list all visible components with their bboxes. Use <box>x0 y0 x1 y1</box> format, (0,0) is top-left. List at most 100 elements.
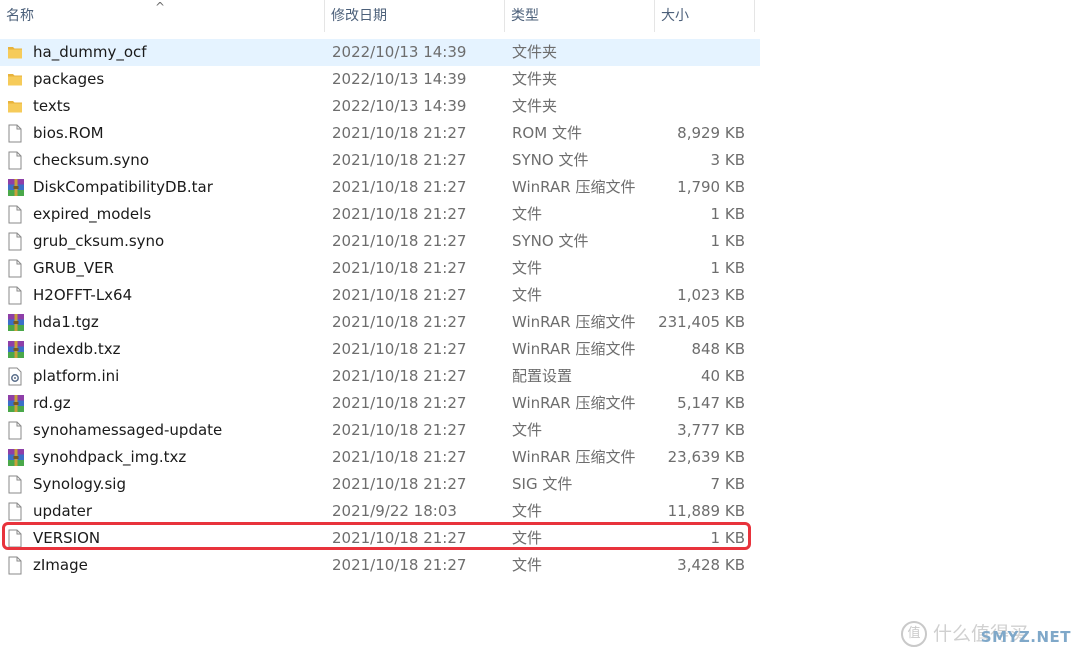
sort-up-icon: ^ <box>155 0 166 14</box>
file-modified-date: 2021/10/18 21:27 <box>332 178 467 196</box>
file-type: 文件夹 <box>512 43 558 61</box>
file-size: 848 KB <box>691 340 745 358</box>
file-row[interactable]: grub_cksum.syno 2021/10/18 21:27 SYNO 文件 1 … <box>0 228 760 255</box>
file-name: H2OFFT-Lx64 <box>33 286 133 304</box>
watermark-text-en: SMYZ.NET <box>980 628 1071 646</box>
file-size: 1 KB <box>710 232 745 250</box>
file-row[interactable]: indexdb.txz 2021/10/18 21:27 WinRAR 压缩文件 84… <box>0 336 760 363</box>
folder-icon <box>7 39 25 66</box>
file-icon <box>7 201 25 228</box>
file-type: ROM 文件 <box>512 124 582 142</box>
file-row[interactable]: synohamessaged-update 2021/10/18 21:27 文件 3… <box>0 417 760 444</box>
file-icon <box>7 255 25 282</box>
column-header-name-label: 名称 <box>6 8 34 24</box>
file-row[interactable]: ha_dummy_ocf 2022/10/13 14:39 文件夹 <box>0 39 760 66</box>
file-modified-date: 2021/10/18 21:27 <box>332 556 467 574</box>
file-row[interactable]: bios.ROM 2021/10/18 21:27 ROM 文件 8,929 KB <box>0 120 760 147</box>
column-header-date[interactable]: 修改日期 <box>325 0 505 32</box>
file-row[interactable]: packages 2022/10/13 14:39 文件夹 <box>0 66 760 93</box>
file-size: 1 KB <box>710 205 745 223</box>
file-icon <box>7 120 25 147</box>
file-name: synohdpack_img.txz <box>33 448 187 466</box>
file-name: hda1.tgz <box>33 313 99 331</box>
file-row[interactable]: DiskCompatibilityDB.tar 2021/10/18 21:27 W… <box>0 174 760 201</box>
file-size: 1,790 KB <box>677 178 745 196</box>
column-header-bar: 名称 ^ 修改日期 类型 大小 <box>0 0 755 32</box>
file-size: 1,023 KB <box>677 286 745 304</box>
file-type: 文件 <box>512 556 543 574</box>
file-size: 3,777 KB <box>677 421 745 439</box>
file-type: WinRAR 压缩文件 <box>512 313 636 331</box>
file-size: 3,428 KB <box>677 556 745 574</box>
file-modified-date: 2021/10/18 21:27 <box>332 124 467 142</box>
file-size: 231,405 KB <box>658 313 745 331</box>
file-modified-date: 2021/10/18 21:27 <box>332 205 467 223</box>
file-type: 文件 <box>512 205 543 223</box>
file-modified-date: 2022/10/13 14:39 <box>332 70 467 88</box>
file-row[interactable]: Synology.sig 2021/10/18 21:27 SIG 文件 7 KB <box>0 471 760 498</box>
file-size: 1 KB <box>710 259 745 277</box>
file-icon <box>7 147 25 174</box>
file-name: bios.ROM <box>33 124 104 142</box>
file-type: WinRAR 压缩文件 <box>512 394 636 412</box>
file-name: rd.gz <box>33 394 71 412</box>
file-type: SIG 文件 <box>512 475 573 493</box>
file-modified-date: 2022/10/13 14:39 <box>332 97 467 115</box>
file-row[interactable]: synohdpack_img.txz 2021/10/18 21:27 WinRAR… <box>0 444 760 471</box>
file-row[interactable]: updater 2021/9/22 18:03 文件 11,889 KB <box>0 498 760 525</box>
file-row[interactable]: checksum.syno 2021/10/18 21:27 SYNO 文件 3 KB <box>0 147 760 174</box>
file-icon <box>7 498 25 525</box>
file-modified-date: 2021/10/18 21:27 <box>332 421 467 439</box>
file-size <box>655 93 745 120</box>
file-type: WinRAR 压缩文件 <box>512 178 636 196</box>
file-modified-date: 2021/10/18 21:27 <box>332 286 467 304</box>
file-modified-date: 2021/10/18 21:27 <box>332 367 467 385</box>
file-name: Synology.sig <box>33 475 126 493</box>
file-type: WinRAR 压缩文件 <box>512 448 636 466</box>
file-row[interactable]: hda1.tgz 2021/10/18 21:27 WinRAR 压缩文件 231,4… <box>0 309 760 336</box>
file-modified-date: 2021/10/18 21:27 <box>332 475 467 493</box>
file-type: 文件夹 <box>512 97 558 115</box>
file-name: texts <box>33 97 71 115</box>
file-icon <box>7 471 25 498</box>
column-header-size[interactable]: 大小 <box>655 0 755 32</box>
file-modified-date: 2021/10/18 21:27 <box>332 313 467 331</box>
file-modified-date: 2022/10/13 14:39 <box>332 43 467 61</box>
file-modified-date: 2021/10/18 21:27 <box>332 232 467 250</box>
watermark-logo-icon: 值 <box>901 621 927 647</box>
column-header-type-label: 类型 <box>511 8 539 24</box>
file-name: GRUB_VER <box>33 259 114 277</box>
file-type: 文件夹 <box>512 70 558 88</box>
file-icon <box>7 552 25 579</box>
file-row[interactable]: zImage 2021/10/18 21:27 文件 3,428 KB <box>0 552 760 579</box>
file-icon <box>7 282 25 309</box>
file-name: indexdb.txz <box>33 340 121 358</box>
file-row[interactable]: rd.gz 2021/10/18 21:27 WinRAR 压缩文件 5,147 KB <box>0 390 760 417</box>
file-icon <box>7 228 25 255</box>
file-row[interactable]: H2OFFT-Lx64 2021/10/18 21:27 文件 1,023 KB <box>0 282 760 309</box>
file-name: grub_cksum.syno <box>33 232 165 250</box>
file-size: 23,639 KB <box>667 448 745 466</box>
file-row[interactable]: expired_models 2021/10/18 21:27 文件 1 KB <box>0 201 760 228</box>
column-header-type[interactable]: 类型 <box>505 0 655 32</box>
file-name: checksum.syno <box>33 151 149 169</box>
folder-icon <box>7 66 25 93</box>
file-size: 8,929 KB <box>677 124 745 142</box>
file-row[interactable]: texts 2022/10/13 14:39 文件夹 <box>0 93 760 120</box>
file-name: zImage <box>33 556 88 574</box>
file-size <box>655 39 745 66</box>
file-name: packages <box>33 70 105 88</box>
file-type: SYNO 文件 <box>512 151 589 169</box>
file-name: ha_dummy_ocf <box>33 43 147 61</box>
file-icon <box>7 417 25 444</box>
file-row[interactable]: platform.ini 2021/10/18 21:27 配置设置 40 KB <box>0 363 760 390</box>
file-modified-date: 2021/10/18 21:27 <box>332 394 467 412</box>
file-type: 文件 <box>512 259 543 277</box>
file-name: DiskCompatibilityDB.tar <box>33 178 213 196</box>
column-header-name[interactable]: 名称 ^ <box>0 0 325 32</box>
file-row[interactable]: GRUB_VER 2021/10/18 21:27 文件 1 KB <box>0 255 760 282</box>
file-modified-date: 2021/10/18 21:27 <box>332 448 467 466</box>
file-type: WinRAR 压缩文件 <box>512 340 636 358</box>
file-modified-date: 2021/10/18 21:27 <box>332 151 467 169</box>
file-size <box>655 66 745 93</box>
